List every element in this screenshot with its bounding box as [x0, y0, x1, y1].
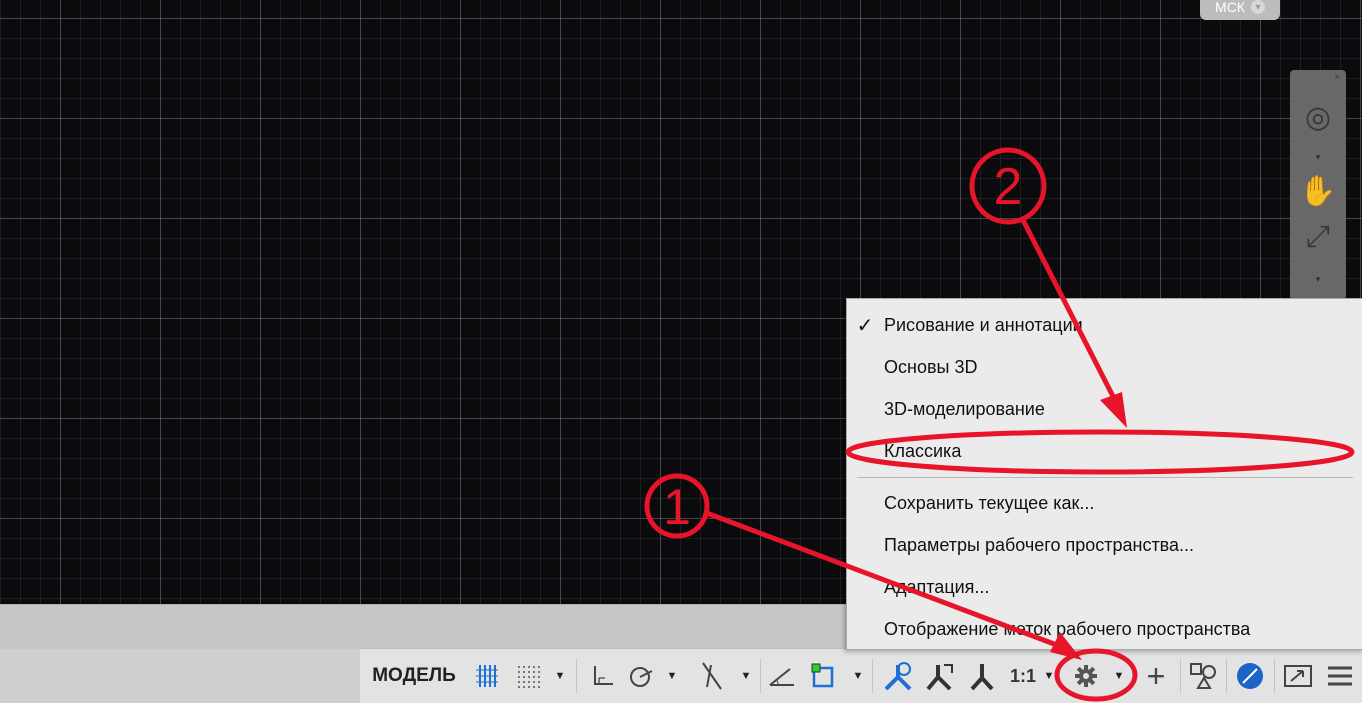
menu-item-label: Отображение меток рабочего пространства: [884, 618, 1251, 639]
menu-item-label: Параметры рабочего пространства...: [884, 534, 1195, 555]
grid-display-icon[interactable]: [468, 649, 506, 703]
chevron-down-icon: ▾: [1250, 0, 1265, 14]
ucs-badge[interactable]: МСК ▾: [1200, 0, 1280, 20]
divider: [1274, 659, 1275, 693]
customization-menu-icon[interactable]: [1320, 649, 1360, 703]
menu-item-display-workspace-label[interactable]: Отображение меток рабочего пространства: [847, 609, 1362, 649]
chevron-down-icon[interactable]: ▾: [1290, 152, 1346, 163]
tracking-dropdown-icon[interactable]: ▼: [736, 649, 756, 703]
zoom-extents-icon[interactable]: ⤢: [1290, 220, 1346, 254]
ortho-mode-icon[interactable]: [586, 649, 620, 703]
close-icon[interactable]: ×: [1334, 72, 1340, 83]
polar-dropdown-icon[interactable]: ▼: [662, 649, 682, 703]
divider: [760, 659, 761, 693]
menu-item-workspace-settings[interactable]: Параметры рабочего пространства...: [847, 525, 1362, 565]
menu-item-save-current-as[interactable]: Сохранить текущее как...: [847, 483, 1362, 523]
object-snap-tracking-icon[interactable]: [690, 649, 734, 703]
isodraft-icon[interactable]: [764, 649, 800, 703]
divider: [872, 659, 873, 693]
menu-item-drafting-annotation[interactable]: ✓ Рисование и аннотации: [847, 305, 1362, 345]
menu-item-3d-basics[interactable]: Основы 3D: [847, 347, 1362, 387]
model-space-button[interactable]: МОДЕЛЬ: [364, 649, 464, 703]
osnap-dropdown-icon[interactable]: ▼: [848, 649, 868, 703]
isolate-objects-icon[interactable]: [1184, 649, 1222, 703]
menu-divider: [857, 477, 1353, 478]
chevron-down-icon[interactable]: ▾: [1290, 274, 1346, 285]
divider: [1180, 659, 1181, 693]
divider: [1226, 659, 1227, 693]
menu-item-customize[interactable]: Адаптация...: [847, 567, 1362, 607]
fullscreen-icon[interactable]: [1278, 649, 1318, 703]
annotation-scale-button[interactable]: 1:1: [1006, 649, 1040, 703]
menu-item-label: Адаптация...: [884, 576, 990, 597]
menu-item-3d-modeling[interactable]: 3D-моделирование: [847, 389, 1362, 429]
menu-item-label: Основы 3D: [884, 356, 978, 377]
polar-tracking-icon[interactable]: [624, 649, 658, 703]
workspace-gear-icon[interactable]: [1066, 649, 1106, 703]
scale-dropdown-icon[interactable]: ▼: [1040, 649, 1058, 703]
hardware-acceleration-icon[interactable]: [1230, 649, 1270, 703]
menu-item-label: Сохранить текущее как...: [884, 492, 1095, 513]
menu-item-label: Рисование и аннотации: [884, 314, 1083, 335]
status-bar: МОДЕЛЬ ▼ ▼ ▼ ▼ 1:1 ▼ ▼ +: [360, 648, 1362, 703]
ucs-badge-label: МСК: [1215, 0, 1245, 15]
workspace-menu: ✓ Рисование и аннотации Основы 3D 3D-мод…: [846, 298, 1362, 650]
divider: [576, 659, 577, 693]
navigation-bar[interactable]: × ◎ ▾ ✋ ⤢ ▾: [1290, 70, 1346, 300]
steering-wheel-icon[interactable]: ◎: [1290, 100, 1346, 135]
annotation-visibility-icon[interactable]: [878, 649, 918, 703]
checkmark-icon: ✓: [856, 314, 874, 337]
snap-dropdown-icon[interactable]: ▼: [550, 649, 570, 703]
workspace-dropdown-icon[interactable]: ▼: [1110, 649, 1128, 703]
pan-hand-icon[interactable]: ✋: [1290, 174, 1346, 209]
menu-item-classic[interactable]: Классика: [847, 431, 1362, 471]
menu-item-label: 3D-моделирование: [884, 398, 1045, 419]
object-snap-icon[interactable]: [806, 649, 842, 703]
model-space-label: МОДЕЛЬ: [372, 665, 456, 686]
plus-icon[interactable]: +: [1138, 649, 1174, 703]
auto-scale-icon[interactable]: [920, 649, 960, 703]
menu-item-label: Классика: [884, 440, 962, 461]
annotation-scale-value: 1:1: [1009, 665, 1036, 686]
snap-mode-icon[interactable]: [510, 649, 546, 703]
annotation-scale-icon[interactable]: [962, 649, 1002, 703]
